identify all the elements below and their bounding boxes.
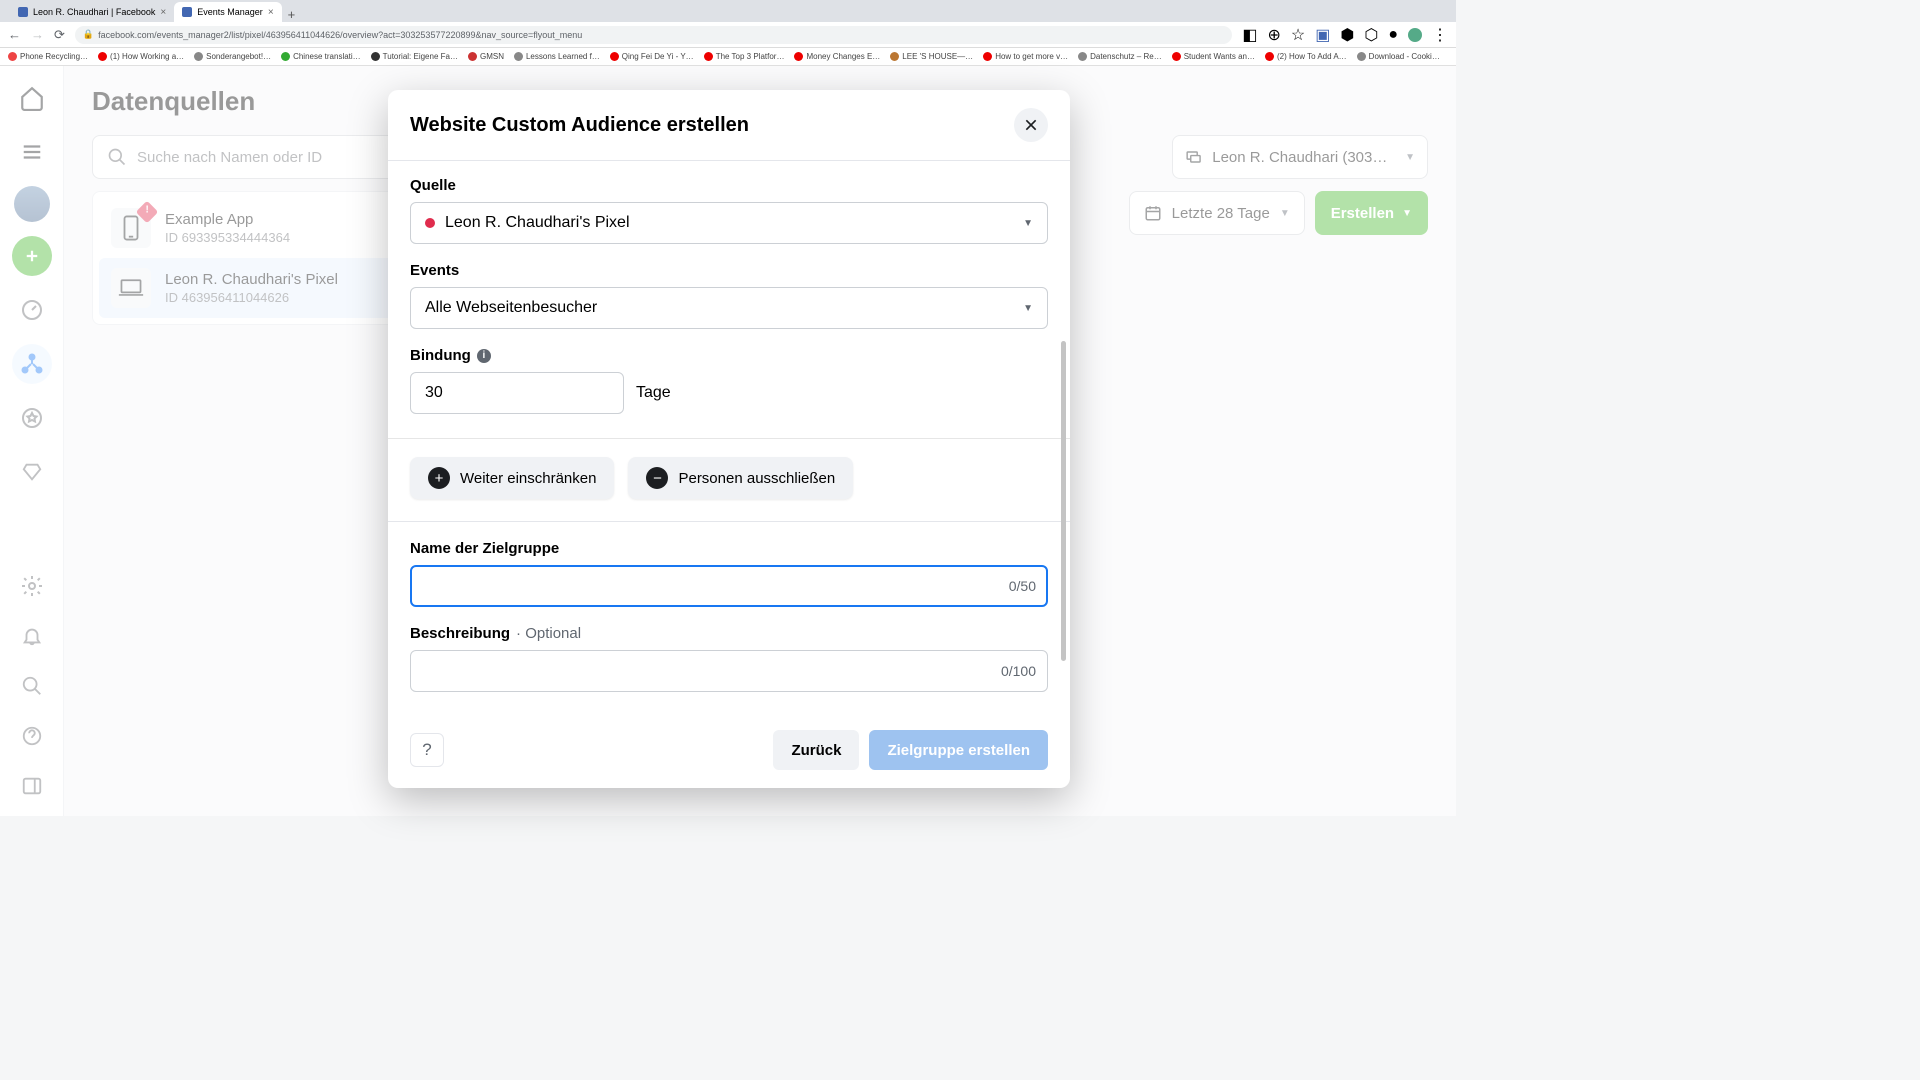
bookmark-item[interactable]: Datenschutz – Re… xyxy=(1078,52,1162,61)
refine-label: Weiter einschränken xyxy=(460,470,596,487)
bookmark-item[interactable]: Student Wants an… xyxy=(1172,52,1255,61)
events-value: Alle Webseitenbesucher xyxy=(425,299,597,317)
source-value: Leon R. Chaudhari's Pixel xyxy=(445,214,630,232)
bookmark-item[interactable]: Download - Cooki… xyxy=(1357,52,1440,61)
bookmark-item[interactable]: Money Changes E… xyxy=(794,52,880,61)
source-label: Quelle xyxy=(410,177,1048,194)
audience-name-label: Name der Zielgruppe xyxy=(410,540,1048,557)
forward-icon[interactable]: → xyxy=(31,27,44,42)
back-button[interactable]: Zurück xyxy=(773,730,859,770)
description-input[interactable] xyxy=(410,650,1048,692)
pixel-status-dot xyxy=(425,218,435,228)
lock-icon: 🔒 xyxy=(83,29,94,40)
extension-icon[interactable]: ▣ xyxy=(1315,25,1330,45)
retention-unit: Tage xyxy=(636,384,671,402)
close-icon xyxy=(1023,117,1039,133)
tab-label: Leon R. Chaudhari | Facebook xyxy=(33,7,155,17)
bookmark-item[interactable]: Qing Fei De Yi - Y… xyxy=(610,52,694,61)
extension-icon[interactable]: ● xyxy=(1388,26,1398,44)
retention-label: Bindung i xyxy=(410,347,1048,364)
create-label: Zielgruppe erstellen xyxy=(887,742,1030,759)
reload-icon[interactable]: ⟳ xyxy=(54,27,65,43)
info-icon[interactable]: i xyxy=(477,349,491,363)
events-select[interactable]: Alle Webseitenbesucher ▼ xyxy=(410,287,1048,329)
back-icon[interactable]: ← xyxy=(8,27,21,42)
bookmark-item[interactable]: The Top 3 Platfor… xyxy=(704,52,785,61)
bookmark-item[interactable]: Chinese translati… xyxy=(281,52,361,61)
scrollbar[interactable] xyxy=(1061,341,1066,661)
browser-toolbar: ← → ⟳ 🔒 facebook.com/events_manager2/list… xyxy=(0,22,1456,48)
browser-tab[interactable]: Leon R. Chaudhari | Facebook × xyxy=(10,2,174,22)
bookmark-item[interactable]: (2) How To Add A… xyxy=(1265,52,1347,61)
extension-icon[interactable]: ⬢ xyxy=(1340,25,1354,45)
bookmark-item[interactable]: Phone Recycling… xyxy=(8,52,88,61)
events-label: Events xyxy=(410,262,1048,279)
url-bar[interactable]: 🔒 facebook.com/events_manager2/list/pixel… xyxy=(75,26,1232,44)
minus-icon: − xyxy=(646,467,668,489)
create-audience-button[interactable]: Zielgruppe erstellen xyxy=(869,730,1048,770)
bookmark-item[interactable]: (1) How Working a… xyxy=(98,52,184,61)
audience-name-input[interactable] xyxy=(410,565,1048,607)
bookmark-item[interactable]: How to get more v… xyxy=(983,52,1068,61)
avatar-icon[interactable] xyxy=(1408,28,1422,42)
bookmark-item[interactable]: Tutorial: Eigene Fa… xyxy=(371,52,458,61)
exclude-button[interactable]: − Personen ausschließen xyxy=(628,457,853,499)
browser-tab[interactable]: Events Manager × xyxy=(174,2,281,22)
chevron-down-icon: ▼ xyxy=(1023,303,1033,314)
name-counter: 0/50 xyxy=(1009,578,1036,594)
bookmarks-bar: Phone Recycling… (1) How Working a… Sond… xyxy=(0,48,1456,66)
back-label: Zurück xyxy=(791,742,841,759)
new-tab-button[interactable]: + xyxy=(282,7,302,22)
divider xyxy=(388,521,1070,522)
description-label: Beschreibung · Optional xyxy=(410,625,1048,642)
modal-footer: ? Zurück Zielgruppe erstellen xyxy=(388,718,1070,788)
bookmark-item[interactable]: Sonderangebot!… xyxy=(194,52,271,61)
extension-icon[interactable]: ⬡ xyxy=(1364,25,1378,45)
url-text: facebook.com/events_manager2/list/pixel/… xyxy=(98,30,582,40)
close-icon[interactable]: × xyxy=(160,7,166,18)
extension-icon[interactable]: ⊕ xyxy=(1268,25,1281,45)
close-icon[interactable]: × xyxy=(268,7,274,18)
desc-counter: 0/100 xyxy=(1001,663,1036,679)
star-icon[interactable]: ☆ xyxy=(1291,25,1305,45)
bookmark-item[interactable]: Lessons Learned f… xyxy=(514,52,600,61)
chevron-down-icon: ▼ xyxy=(1023,218,1033,229)
bookmark-item[interactable]: LEE 'S HOUSE—… xyxy=(890,52,973,61)
help-button[interactable]: ? xyxy=(410,733,444,767)
exclude-label: Personen ausschließen xyxy=(678,470,835,487)
close-button[interactable] xyxy=(1014,108,1048,142)
bookmark-item[interactable]: GMSN xyxy=(468,52,504,61)
modal-title: Website Custom Audience erstellen xyxy=(410,114,749,137)
modal-body: Quelle Leon R. Chaudhari's Pixel ▼ Event… xyxy=(388,161,1070,718)
plus-icon: + xyxy=(428,467,450,489)
source-select[interactable]: Leon R. Chaudhari's Pixel ▼ xyxy=(410,202,1048,244)
create-audience-modal: Website Custom Audience erstellen Quelle… xyxy=(388,90,1070,788)
browser-tab-strip: Leon R. Chaudhari | Facebook × Events Man… xyxy=(0,0,1456,22)
modal-header: Website Custom Audience erstellen xyxy=(388,90,1070,161)
menu-icon[interactable]: ⋮ xyxy=(1432,25,1448,45)
extension-icons: ◧ ⊕ ☆ ▣ ⬢ ⬡ ● ⋮ xyxy=(1242,25,1448,45)
retention-input[interactable] xyxy=(410,372,624,414)
extension-icon[interactable]: ◧ xyxy=(1242,25,1257,45)
tab-label: Events Manager xyxy=(197,7,263,17)
refine-button[interactable]: + Weiter einschränken xyxy=(410,457,614,499)
